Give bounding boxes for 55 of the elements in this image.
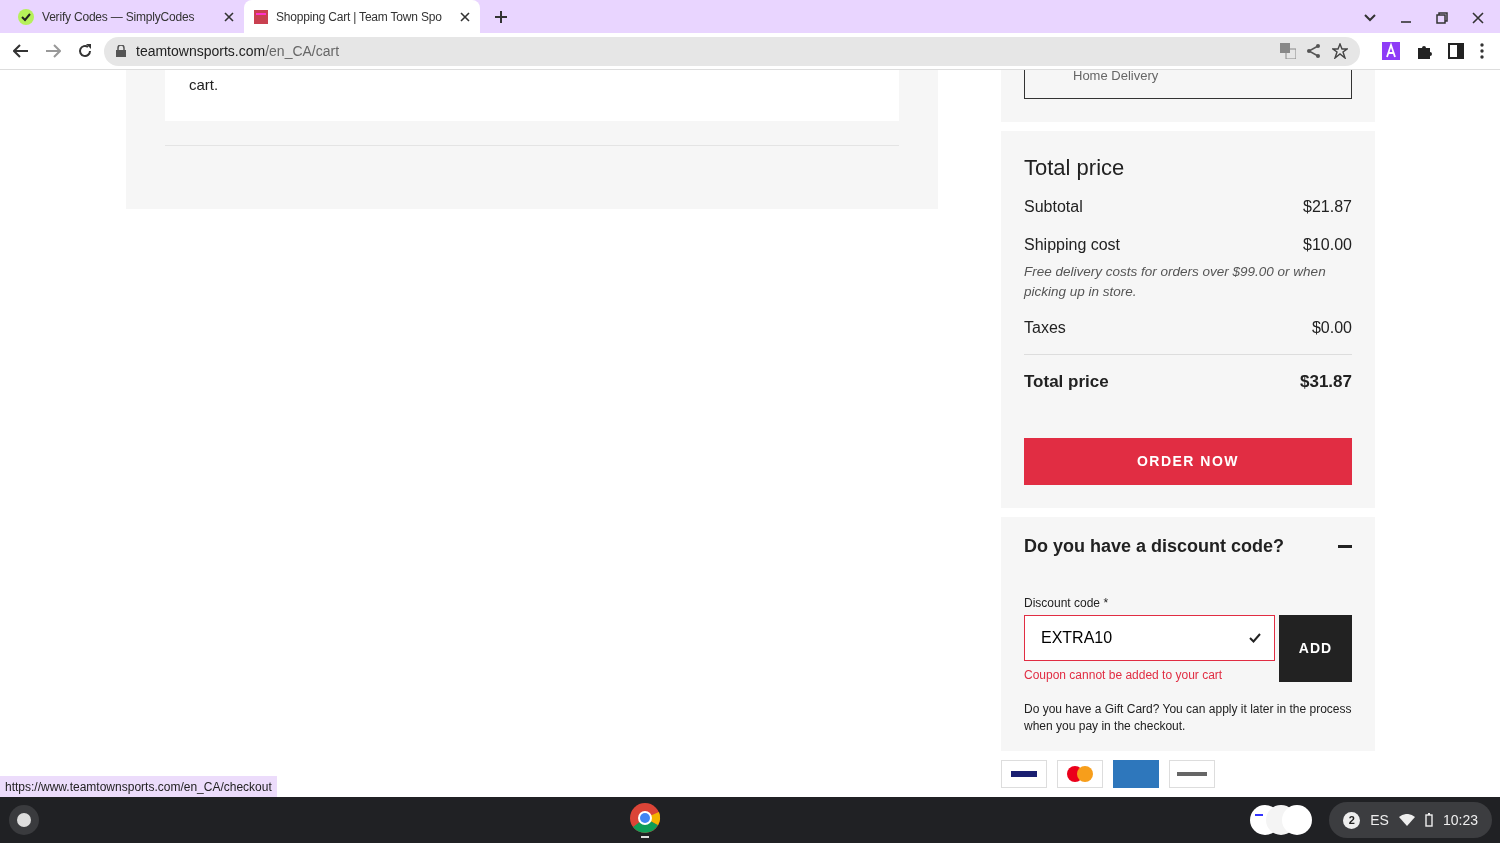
browser-icon[interactable] <box>627 802 662 838</box>
window-thumbnails-icon[interactable] <box>1249 804 1314 836</box>
check-icon <box>18 8 34 25</box>
error-message: Coupon cannot be added to your cart <box>1024 666 1224 684</box>
price-label: Shipping cost <box>1024 235 1121 256</box>
close-icon[interactable] <box>460 11 470 22</box>
language-label: ES <box>1370 810 1389 830</box>
price-value: $21.87 <box>1303 197 1352 218</box>
price-value: $0.00 <box>1311 318 1352 339</box>
status-tray[interactable]: 2 ES 10:23 <box>1329 802 1492 838</box>
add-button[interactable]: ADD <box>1279 614 1352 682</box>
price-label: Subtotal <box>1024 197 1083 218</box>
share-icon[interactable] <box>1306 43 1322 59</box>
close-icon[interactable] <box>1472 12 1484 24</box>
delivery-label: Home Delivery <box>1073 70 1159 83</box>
page-icon <box>254 9 268 24</box>
forward-icon[interactable] <box>45 44 61 58</box>
side-panel-icon[interactable] <box>1448 43 1464 59</box>
star-icon[interactable] <box>1332 43 1348 59</box>
price-value: $10.00 <box>1303 235 1352 256</box>
clock-time: 10:23 <box>1442 810 1478 830</box>
gift-card-note: Do you have a Gift Card? You can apply it later in the process when you pay in the checkout. <box>1024 700 1352 735</box>
order-button[interactable]: ORDER NOW <box>1024 437 1352 485</box>
chevron-down-icon[interactable] <box>1364 14 1376 22</box>
back-icon[interactable] <box>13 44 29 58</box>
extension-icon[interactable] <box>1382 42 1400 60</box>
plus-icon[interactable] <box>494 10 508 24</box>
browser-tab[interactable]: Shopping Cart | Team Town Spo <box>244 0 480 33</box>
cart-note: cart. <box>189 76 219 93</box>
close-icon[interactable] <box>224 11 234 22</box>
total-label: Total price <box>1024 371 1109 394</box>
discount-heading: Do you have a discount code? <box>1024 534 1285 558</box>
puzzle-icon[interactable] <box>1416 43 1432 59</box>
field-label: Discount code * <box>1024 594 1110 612</box>
battery-icon <box>1424 813 1433 827</box>
total-value: $31.87 <box>1300 371 1352 394</box>
tab-title: Shopping Cart | Team Town Spo <box>276 8 443 26</box>
check-icon <box>1249 632 1261 643</box>
delivery-option[interactable]: Home Delivery <box>1024 70 1352 99</box>
menu-icon[interactable] <box>1480 43 1484 59</box>
status-url: https://www.teamtownsports.com/en_CA/checkout <box>0 776 277 798</box>
shipping-note: Free delivery costs for orders over $99.00 or when picking up in store. <box>1024 263 1327 302</box>
translate-icon[interactable] <box>1280 43 1296 59</box>
address-field[interactable]: teamtownsports.com/en_CA/cart <box>136 40 340 62</box>
price-label: Taxes <box>1024 318 1066 339</box>
launcher-icon[interactable] <box>8 804 40 836</box>
wifi-icon <box>1398 814 1415 826</box>
discount-field[interactable]: EXTRA10 <box>1024 614 1275 661</box>
browser-tab[interactable]: Verify Codes — SimplyCodes <box>8 0 244 33</box>
lock-icon <box>116 45 126 57</box>
reload-icon[interactable] <box>77 43 93 59</box>
total-heading: Total price <box>1024 155 1126 182</box>
tab-title: Verify Codes — SimplyCodes <box>42 8 196 26</box>
notification-count: 2 <box>1343 811 1361 829</box>
restore-icon[interactable] <box>1436 12 1448 24</box>
